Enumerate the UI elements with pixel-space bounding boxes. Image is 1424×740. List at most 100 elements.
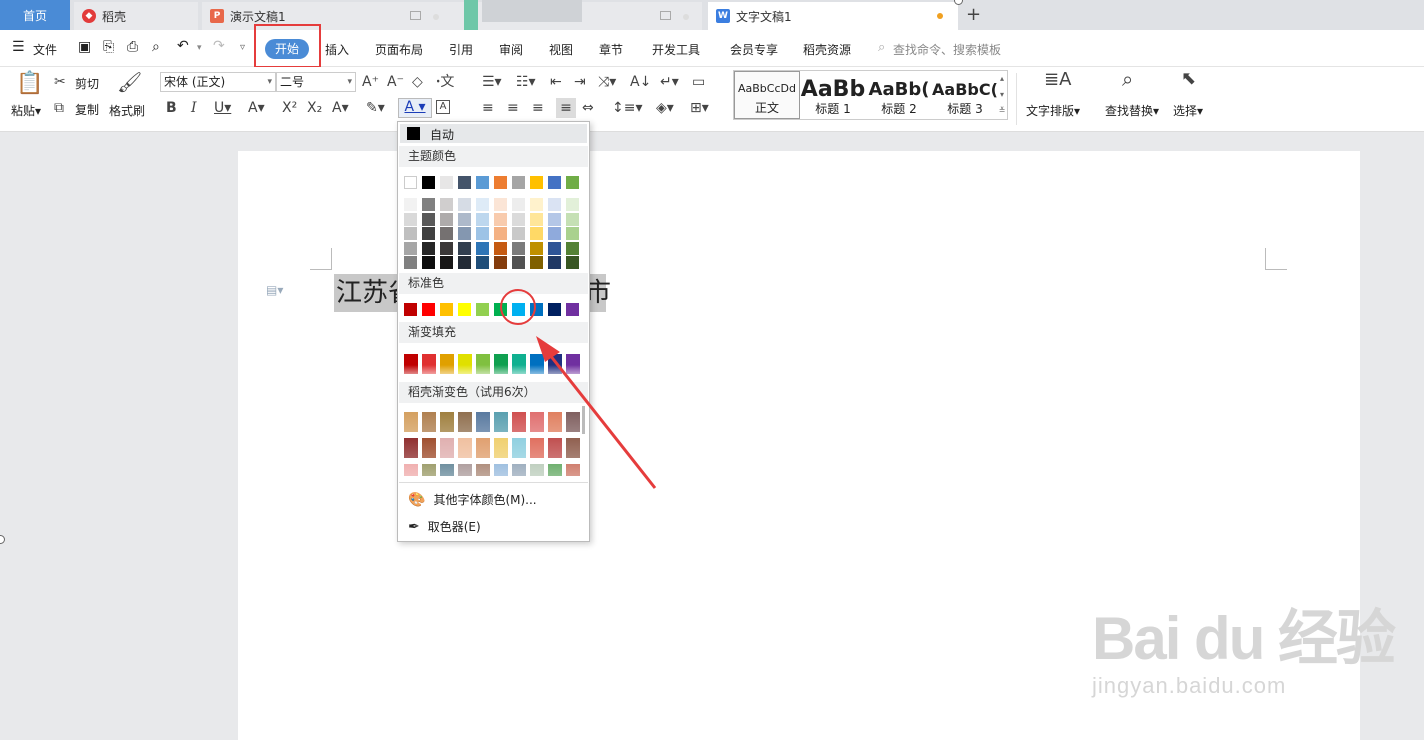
theme-shade-swatch[interactable] (566, 256, 579, 269)
sort-icon[interactable]: ⤨▾ (598, 74, 616, 90)
theme-shade-swatch[interactable] (404, 198, 417, 211)
menu-page-layout[interactable]: 页面布局 (375, 41, 423, 58)
theme-shade-swatch[interactable] (494, 227, 507, 240)
align-center-icon[interactable]: ≡ (507, 100, 519, 116)
menu-sections[interactable]: 章节 (599, 41, 623, 58)
theme-shade-swatch[interactable] (566, 241, 579, 255)
docer-gradient-swatch[interactable] (458, 438, 472, 458)
style-scroll-icon[interactable]: ▴ ▾ ≚ (997, 71, 1007, 119)
menu-view[interactable]: 视图 (549, 41, 573, 58)
numbered-list-icon[interactable]: ☷▾ (516, 74, 536, 90)
font-name-select[interactable]: 宋体 (正文) ▾ (160, 72, 276, 92)
theme-shade-swatch[interactable] (458, 256, 471, 269)
format-painter-button[interactable]: 格式刷 (109, 102, 145, 119)
standard-color-swatch[interactable] (548, 303, 561, 316)
paste-icon[interactable]: 📋 (16, 72, 43, 96)
shading-icon[interactable]: ◈▾ (656, 100, 674, 116)
decrease-indent-icon[interactable]: ⇤ (550, 74, 562, 90)
style-heading-2[interactable]: AaBb( 标题 2 (866, 71, 932, 119)
docer-gradient-swatch[interactable] (476, 464, 490, 476)
theme-shade-swatch[interactable] (494, 198, 507, 211)
theme-color-swatch[interactable] (476, 176, 489, 189)
export-pdf-icon[interactable]: ⎘ (103, 39, 114, 55)
docer-gradient-swatch[interactable] (440, 438, 454, 458)
docer-gradient-swatch[interactable] (404, 412, 418, 432)
docer-gradient-swatch[interactable] (440, 464, 454, 476)
theme-shade-swatch[interactable] (440, 198, 453, 211)
theme-shade-swatch[interactable] (476, 227, 489, 240)
theme-shade-swatch[interactable] (566, 198, 579, 211)
char-border-icon[interactable]: A (436, 100, 450, 114)
chinese-layout-icon[interactable]: A↓ (630, 74, 651, 90)
theme-color-swatch[interactable] (548, 176, 561, 189)
theme-color-swatch[interactable] (530, 176, 543, 189)
theme-shade-swatch[interactable] (512, 198, 525, 211)
gradient-color-swatch[interactable] (494, 354, 508, 374)
theme-shade-swatch[interactable] (512, 241, 525, 255)
theme-shade-swatch[interactable] (548, 212, 561, 226)
theme-shade-swatch[interactable] (476, 212, 489, 226)
standard-color-swatch[interactable] (476, 303, 489, 316)
copy-button[interactable]: 复制 (75, 101, 99, 118)
bullet-list-icon[interactable]: ☰▾ (482, 74, 502, 90)
theme-shade-swatch[interactable] (530, 212, 543, 226)
theme-shade-swatch[interactable] (494, 256, 507, 269)
style-heading-1[interactable]: AaBb 标题 1 (800, 71, 866, 119)
menu-review[interactable]: 审阅 (499, 41, 523, 58)
file-menu[interactable]: 文件 (33, 41, 57, 58)
theme-shade-swatch[interactable] (404, 227, 417, 240)
menu-developer[interactable]: 开发工具 (652, 41, 700, 58)
save-icon[interactable]: ▣ (78, 39, 91, 55)
hamburger-icon[interactable]: ☰ (12, 39, 25, 55)
theme-color-swatch[interactable] (512, 176, 525, 189)
theme-shade-swatch[interactable] (458, 241, 471, 255)
docer-gradient-swatch[interactable] (404, 464, 418, 476)
more-colors-button[interactable]: 🎨 其他字体颜色(M)... (408, 491, 537, 508)
theme-shade-swatch[interactable] (512, 212, 525, 226)
standard-color-swatch[interactable] (422, 303, 435, 316)
theme-shade-swatch[interactable] (494, 212, 507, 226)
grow-font-icon[interactable]: A⁺ (362, 74, 379, 90)
select-button[interactable]: 选择▾ (1173, 102, 1203, 119)
theme-shade-swatch[interactable] (530, 198, 543, 211)
gradient-color-swatch[interactable] (404, 354, 418, 374)
theme-shade-swatch[interactable] (476, 256, 489, 269)
theme-shade-swatch[interactable] (422, 256, 435, 269)
paragraph-icon[interactable]: ▤▾ (266, 283, 283, 297)
font-color-icon[interactable]: A ▾ (398, 98, 432, 118)
underline-icon[interactable]: U▾ (214, 100, 231, 116)
theme-shade-swatch[interactable] (512, 256, 525, 269)
menu-insert[interactable]: 插入 (325, 41, 349, 58)
theme-shade-swatch[interactable] (548, 256, 561, 269)
theme-shade-swatch[interactable] (404, 256, 417, 269)
redo-icon[interactable]: ↷ (213, 38, 225, 54)
add-tab-button[interactable]: + (966, 4, 981, 25)
quick-access-dropdown-icon[interactable]: ▿ (240, 42, 245, 53)
theme-shade-swatch[interactable] (566, 227, 579, 240)
strikethrough-icon[interactable]: A▾ (248, 100, 265, 116)
find-replace-button[interactable]: 查找替换▾ (1105, 102, 1159, 119)
gradient-color-swatch[interactable] (512, 354, 526, 374)
resize-handle[interactable] (0, 535, 5, 544)
docer-gradient-swatch[interactable] (512, 412, 526, 432)
gradient-color-swatch[interactable] (458, 354, 472, 374)
theme-shade-swatch[interactable] (422, 198, 435, 211)
tab-docer[interactable]: ◆ 稻壳 (74, 2, 198, 30)
theme-shade-swatch[interactable] (422, 227, 435, 240)
theme-shade-swatch[interactable] (458, 227, 471, 240)
print-icon[interactable]: ⎙ (127, 39, 138, 55)
justify-icon[interactable]: ≡ (556, 98, 576, 118)
standard-color-swatch[interactable] (566, 303, 579, 316)
borders-icon[interactable]: ⊞▾ (690, 100, 709, 116)
print-preview-icon[interactable]: ⌕ (152, 39, 160, 55)
align-right-icon[interactable]: ≡ (532, 100, 544, 116)
float-window-icon[interactable] (660, 11, 671, 20)
align-left-icon[interactable]: ≡ (482, 100, 494, 116)
theme-shade-swatch[interactable] (458, 198, 471, 211)
docer-gradient-swatch[interactable] (404, 438, 418, 458)
theme-color-swatch[interactable] (458, 176, 471, 189)
shrink-font-icon[interactable]: A⁻ (387, 74, 404, 90)
distributed-icon[interactable]: ⇔ (582, 100, 594, 116)
menu-docer-resources[interactable]: 稻壳资源 (803, 41, 851, 58)
increase-indent-icon[interactable]: ⇥ (574, 74, 586, 90)
